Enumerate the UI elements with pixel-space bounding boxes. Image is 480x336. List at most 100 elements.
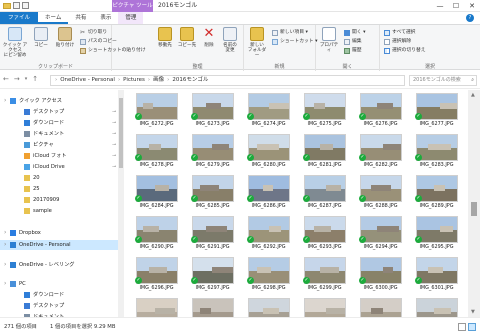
search-input[interactable]: 2016モンゴルの検索 ⌕ (409, 75, 477, 86)
paste-shortcut-button[interactable]: ショートカットの貼り付け (80, 47, 146, 55)
nav-item[interactable]: ダウンロード ⊸ (0, 118, 118, 128)
large-icons-view-icon[interactable] (468, 323, 476, 331)
tab-view[interactable]: 表示 (93, 12, 118, 24)
file-tile[interactable]: ✓ IMG_6277.JPG (413, 93, 460, 129)
navigation-scroll-thumb[interactable] (119, 98, 123, 168)
breadcrumb-onedrive[interactable]: OneDrive - Personal (60, 76, 115, 85)
back-arrow-icon[interactable]: ← (3, 75, 9, 84)
file-tile[interactable]: ✓ IMG_6272.JPG (133, 93, 180, 129)
file-tile[interactable]: ✓ IMG_6289.JPG (413, 175, 460, 211)
rename-button[interactable]: 名前の 変更 (219, 27, 241, 53)
file-tile[interactable]: ✓ IMG_6276.JPG (357, 93, 404, 129)
scroll-up-icon[interactable]: ▲ (471, 92, 475, 98)
file-tile[interactable]: ✓ IMG_6286.JPG (245, 175, 292, 211)
file-tile[interactable]: ✓ IMG_6291.JPG (189, 216, 236, 252)
file-tile[interactable]: ✓ IMG_6275.JPG (301, 93, 348, 129)
maximize-button[interactable]: ☐ (448, 0, 464, 12)
nav-item[interactable]: › OneDrive - Personal (0, 240, 118, 250)
recent-locations-chevron-icon[interactable]: ▾ (25, 75, 28, 84)
file-list-scrollbar[interactable]: ▲ ▼ (468, 90, 480, 317)
file-tile[interactable]: ✓ IMG_6279.JPG (189, 134, 236, 170)
tab-manage[interactable]: 管理 (118, 12, 144, 24)
nav-item[interactable]: › PC (0, 279, 118, 289)
navigation-pane-scrollbar[interactable] (118, 90, 124, 317)
nav-item[interactable]: iCloud Drive ⊸ (0, 162, 118, 172)
file-tile[interactable]: ✓ IMG_6300.JPG (357, 257, 404, 293)
nav-item[interactable]: › クイック アクセス (0, 96, 118, 106)
file-tile[interactable]: ✓ IMG_6284.JPG (133, 175, 180, 211)
file-tile[interactable]: ✓ IMG_6294.JPG (357, 216, 404, 252)
file-tile[interactable]: ✓ IMG_6301.JPG (413, 257, 460, 293)
file-tile[interactable]: ✓ IMG_6287.JPG (301, 175, 348, 211)
nav-item[interactable]: 20170909 (0, 195, 118, 205)
move-to-button[interactable]: 移動先 (154, 27, 176, 48)
file-tile[interactable]: ✓ IMG_6297.JPG (189, 257, 236, 293)
pin-quick-access-button[interactable]: クイック アクセス にピン留め (2, 27, 28, 58)
paste-button[interactable]: 貼り付け (54, 27, 76, 48)
new-folder-icon[interactable] (22, 2, 29, 9)
file-tile[interactable]: ✓ IMG_6290.JPG (133, 216, 180, 252)
invert-selection-button[interactable]: 選択の切り替え (384, 47, 426, 55)
file-tile[interactable] (301, 298, 348, 317)
tab-home[interactable]: ホーム (38, 12, 69, 24)
copy-path-button[interactable]: パスのコピー (80, 38, 117, 46)
up-arrow-icon[interactable]: ↑ (32, 75, 38, 84)
edit-button[interactable]: 編集 (344, 38, 362, 46)
properties-icon[interactable] (13, 2, 20, 9)
folder-icon[interactable] (3, 2, 11, 9)
breadcrumb-2016-mongolia[interactable]: 2016モンゴル (172, 76, 208, 85)
nav-item[interactable]: iCloud フォト ⊸ (0, 151, 118, 161)
forward-arrow-icon[interactable]: → (14, 75, 20, 84)
file-tile[interactable]: ✓ IMG_6288.JPG (357, 175, 404, 211)
file-tile[interactable]: ✓ IMG_6285.JPG (189, 175, 236, 211)
copy-button[interactable]: コピー (30, 27, 52, 48)
file-tile[interactable]: ✓ IMG_6282.JPG (357, 134, 404, 170)
file-tile[interactable]: ✓ IMG_6274.JPG (245, 93, 292, 129)
file-list-scroll-thumb[interactable] (471, 202, 477, 216)
file-tile[interactable]: ✓ IMG_6281.JPG (301, 134, 348, 170)
nav-item[interactable]: › Dropbox (0, 228, 118, 238)
properties-button[interactable]: プロパティ (318, 27, 340, 53)
file-tile[interactable] (357, 298, 404, 317)
nav-item[interactable]: ダウンロード (0, 290, 118, 300)
nav-item[interactable]: ドキュメント ⊸ (0, 129, 118, 139)
nav-item[interactable]: 25 (0, 184, 118, 194)
address-bar[interactable]: › OneDrive - Personal › Pictures › 画像 › … (50, 75, 405, 86)
tab-share[interactable]: 共有 (68, 12, 93, 24)
file-tile[interactable] (413, 298, 460, 317)
file-tile[interactable]: ✓ IMG_6296.JPG (133, 257, 180, 293)
scroll-down-icon[interactable]: ▼ (471, 309, 475, 315)
file-tile[interactable]: ✓ IMG_6299.JPG (301, 257, 348, 293)
file-tile[interactable]: ✓ IMG_6273.JPG (189, 93, 236, 129)
nav-item[interactable]: デスクトップ (0, 301, 118, 311)
new-item-button[interactable]: 新しい項目 ▾ (272, 29, 308, 37)
select-all-button[interactable]: すべて選択 (384, 29, 415, 37)
nav-item[interactable]: sample (0, 206, 118, 216)
minimize-button[interactable]: — (432, 0, 448, 12)
file-tile[interactable] (189, 298, 236, 317)
file-tile[interactable]: ✓ IMG_6278.JPG (133, 134, 180, 170)
file-tile[interactable]: ✓ IMG_6293.JPG (301, 216, 348, 252)
file-tile[interactable] (133, 298, 180, 317)
nav-item[interactable]: デスクトップ ⊸ (0, 107, 118, 117)
select-none-button[interactable]: 選択解除 (384, 38, 411, 46)
file-tile[interactable]: ✓ IMG_6295.JPG (413, 216, 460, 252)
cut-button[interactable]: ✂ 切り取り (80, 29, 107, 37)
tab-file[interactable]: ファイル (0, 12, 39, 24)
breadcrumb-images[interactable]: 画像 (153, 76, 164, 85)
file-tile[interactable]: ✓ IMG_6283.JPG (413, 134, 460, 170)
open-button[interactable]: 開く ▾ (344, 29, 366, 37)
file-tile[interactable]: ✓ IMG_6292.JPG (245, 216, 292, 252)
new-folder-button[interactable]: 新しい フォルダー (246, 27, 268, 58)
easy-access-button[interactable]: ショートカット ▾ (272, 38, 318, 46)
help-icon[interactable]: ? (466, 14, 474, 22)
delete-button[interactable]: ✕ 削除 (198, 27, 220, 49)
file-tile[interactable] (245, 298, 292, 317)
history-button[interactable]: 履歴 (344, 47, 362, 55)
copy-to-button[interactable]: コピー先 (176, 27, 198, 48)
nav-item[interactable]: ピクチャ ⊸ (0, 140, 118, 150)
breadcrumb-pictures[interactable]: Pictures (123, 76, 145, 85)
close-button[interactable]: ✕ (464, 0, 480, 12)
details-view-icon[interactable] (458, 323, 466, 331)
nav-item[interactable]: 20 (0, 173, 118, 183)
